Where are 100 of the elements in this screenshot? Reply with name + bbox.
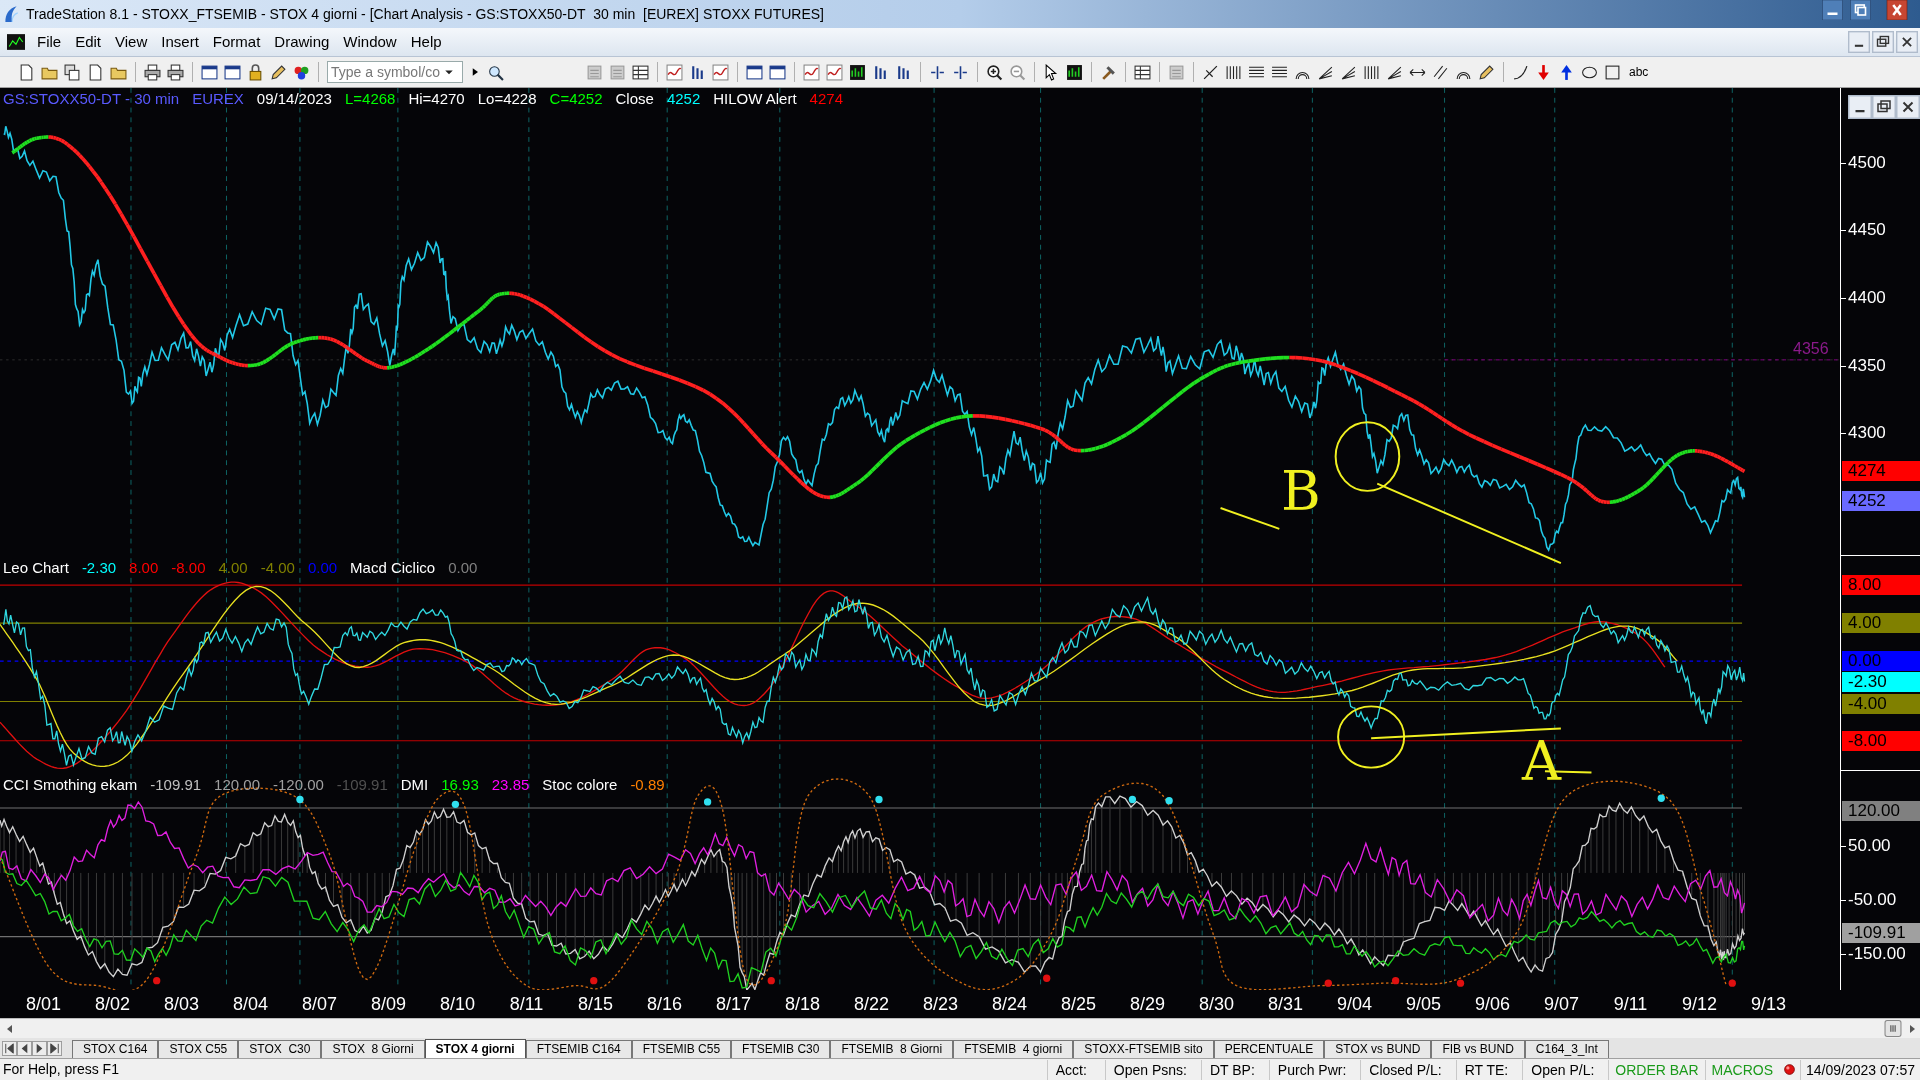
menu-item[interactable]: Window [336, 30, 404, 54]
chart-icon[interactable] [1066, 63, 1083, 81]
sheet-tab[interactable]: FTSEMIB C164 [525, 1040, 632, 1058]
padlock-icon[interactable] [247, 63, 264, 81]
date-label: 8/30 [1198, 992, 1234, 1016]
vertical-lines-icon[interactable] [1225, 63, 1242, 81]
tab-scroll-last-icon[interactable] [47, 1040, 62, 1057]
symbol-field[interactable]: Type a symbol/co [327, 61, 463, 83]
bars-icon[interactable] [689, 63, 706, 81]
sheet-tab[interactable]: FTSEMIB C55 [631, 1040, 732, 1058]
table-icon[interactable] [632, 63, 649, 81]
handwritten-letter: A [1520, 729, 1563, 795]
restore-button[interactable] [1872, 31, 1894, 53]
parallel-lines-icon[interactable] [1432, 63, 1449, 81]
sheet-tab[interactable]: PERCENTUALE [1213, 1040, 1325, 1058]
magnifier-icon[interactable] [487, 63, 504, 81]
axis-label: 50.00 [1848, 835, 1891, 858]
legend-text: GS:STOXX50-DT - 30 min [3, 90, 180, 108]
window-icon[interactable] [746, 63, 763, 81]
rectangle-icon[interactable] [1604, 63, 1621, 81]
legend-text: -2.30 [81, 559, 117, 577]
hammer-icon[interactable] [1100, 63, 1117, 81]
menu-item[interactable]: Format [205, 30, 268, 54]
maximize-button[interactable] [1847, 0, 1874, 20]
axis-label: 4450 [1848, 219, 1886, 242]
sheet-tab[interactable]: FIB vs BUND [1431, 1040, 1525, 1058]
close-button[interactable] [1896, 31, 1918, 53]
axis-label: 4350 [1848, 355, 1886, 378]
window-icon[interactable] [769, 63, 786, 81]
axis-value-tag: 0.00 [1842, 651, 1920, 671]
sheet-tab[interactable]: STOX C55 [158, 1040, 239, 1058]
legend-text: -0.89 [630, 776, 665, 794]
minimize-button[interactable] [1848, 31, 1870, 53]
axis-value-tag: 4274 [1842, 461, 1920, 481]
legend-text: Hi=4270 [408, 90, 465, 108]
spacing-arrows-icon[interactable] [929, 63, 946, 81]
menu-item[interactable]: Insert [154, 30, 206, 54]
pencil-icon[interactable] [1478, 63, 1495, 81]
table-icon[interactable] [1134, 63, 1151, 81]
zoom-in-icon[interactable] [986, 63, 1003, 81]
sheet-tab[interactable]: STOXX-FTSEMIB sito [1073, 1040, 1214, 1058]
spacing-arrows-icon[interactable] [952, 63, 969, 81]
minimize-button[interactable] [1848, 94, 1872, 120]
date-label: 8/10 [439, 992, 475, 1016]
bars-icon[interactable] [872, 63, 889, 81]
restore-button[interactable] [1872, 94, 1896, 120]
printer-icon[interactable] [144, 63, 161, 81]
sheet-tab[interactable]: FTSEMIB C30 [731, 1040, 831, 1058]
document-icon[interactable] [18, 63, 35, 81]
tab-scroll-next-icon[interactable] [32, 1040, 47, 1057]
legend-text: Leo Chart [3, 559, 69, 577]
tab-scroll-first-icon[interactable] [2, 1040, 17, 1057]
sheet-tab[interactable]: STOX vs BUND [1324, 1040, 1432, 1058]
status-indicator: ORDER BAR [1608, 1059, 1705, 1080]
wave-chart-icon[interactable] [712, 63, 729, 81]
zoom-out-icon[interactable] [1009, 63, 1026, 81]
legend-text: EUREX [192, 90, 244, 108]
sheet-tab[interactable]: STOX 8 Giorni [321, 1040, 425, 1058]
tab-scroll-previous-icon[interactable] [17, 1040, 32, 1057]
menu-item[interactable]: Help [403, 30, 449, 54]
sheet-tab[interactable]: C164_3_Int [1524, 1040, 1609, 1058]
stacked-pages-icon[interactable] [64, 63, 81, 81]
diagonal-line-icon[interactable] [1202, 63, 1219, 81]
scroll-thumb[interactable] [1882, 1020, 1904, 1037]
wave-chart-icon[interactable] [803, 63, 820, 81]
legend-text: -109.91 [336, 776, 388, 794]
printer-icon[interactable] [167, 63, 184, 81]
status-field: DT BP: [1200, 1059, 1269, 1080]
wave-chart-icon[interactable] [666, 63, 683, 81]
close-button[interactable] [1896, 94, 1920, 120]
wave-chart-icon[interactable] [826, 63, 843, 81]
menu-item[interactable]: View [108, 30, 155, 54]
document-icon[interactable] [87, 63, 104, 81]
sheet-tab[interactable]: FTSEMIB 4 giorni [953, 1040, 1074, 1058]
curve-icon[interactable] [1512, 63, 1529, 81]
legend-text: Lo=4228 [477, 90, 537, 108]
sheet-tab[interactable]: STOX C164 [72, 1040, 159, 1058]
menu-item[interactable]: Drawing [267, 30, 337, 54]
date-label: 8/02 [94, 992, 130, 1016]
date-label: 8/01 [25, 992, 61, 1016]
axis-label: -50.00 [1848, 889, 1897, 912]
sheet-tab[interactable]: FTSEMIB 8 Giorni [830, 1040, 954, 1058]
text-tool[interactable]: abc [1627, 63, 1651, 81]
vertical-lines-icon[interactable] [1363, 63, 1380, 81]
date-label: 8/24 [991, 992, 1027, 1016]
menu-item[interactable]: File [30, 30, 69, 54]
bars-icon[interactable] [895, 63, 912, 81]
legend-text: Macd Ciclico [350, 559, 436, 577]
up-arrow-icon[interactable] [1558, 63, 1575, 81]
window-icon[interactable] [224, 63, 241, 81]
sheet-tab[interactable]: STOX C30 [238, 1040, 322, 1058]
menu-item[interactable]: Edit [68, 30, 109, 54]
date-label: 9/04 [1336, 992, 1372, 1016]
sheet-tab[interactable]: STOX 4 giorni [424, 1039, 526, 1058]
status-clock: 14/09/2023 07:57 [1800, 1059, 1920, 1080]
arrow-cursor-icon[interactable] [1043, 63, 1060, 81]
date-label: 8/07 [301, 992, 337, 1016]
window-icon[interactable] [201, 63, 218, 81]
chart-icon[interactable] [849, 63, 866, 81]
pencil-icon[interactable] [270, 63, 287, 81]
